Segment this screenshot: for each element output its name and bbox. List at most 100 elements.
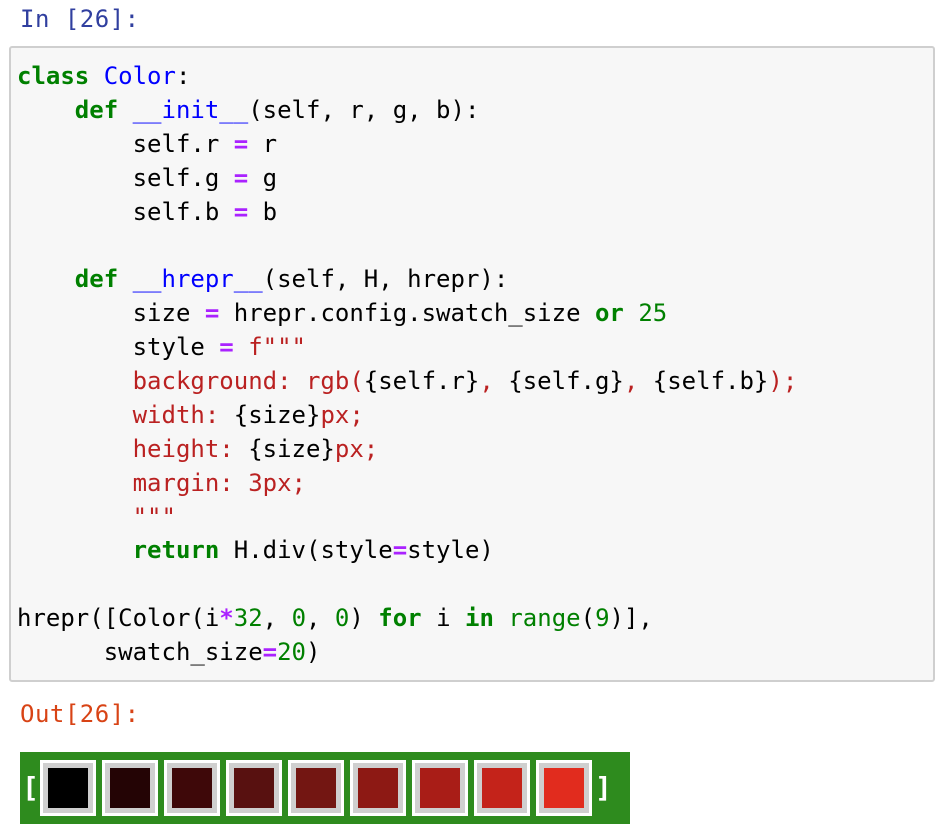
code-token: = [204,299,220,328]
swatch-cell [288,760,344,816]
swatch-frame [167,763,217,813]
swatch-cell [40,760,96,816]
color-swatch [296,768,336,808]
code-token: background: rgb( [17,367,364,396]
code-token: )], [609,604,653,633]
code-line: size = hrepr.config.swatch_size or 25 [17,297,797,331]
code-token: = [392,536,408,565]
color-swatch [48,768,88,808]
code-token: b [248,197,278,226]
code-token: * [219,604,234,633]
code-token: style) [407,536,494,565]
swatch-list [37,760,595,816]
code-line: def __init__(self, r, g, b): [17,94,797,128]
code-line: self.r = r [17,128,797,162]
code-token: self.r [17,129,234,158]
code-token: width: [17,400,234,429]
code-token: style [17,333,220,362]
swatch-cell [474,760,530,816]
code-token: margin: 3px; [17,468,306,497]
code-token: {size} [233,400,321,429]
code-token: def [74,95,119,124]
color-swatch [234,768,274,808]
code-line: self.g = g [17,162,797,196]
code-line: """ [17,501,797,535]
code-token: in [465,604,494,633]
color-swatch [420,768,460,808]
code-token: i [421,604,465,633]
code-token: size [17,299,205,328]
code-line: class Color: [17,60,797,94]
code-token: f""" [248,333,306,362]
code-token: range [508,604,581,633]
code-token: = [219,333,234,362]
code-token: hrepr.config.swatch_size [219,299,595,328]
code-token: {size} [248,434,335,463]
code-token: H.div(style [219,536,393,565]
hrepr-output: [ ] [20,752,630,824]
code-token: for [378,604,422,633]
swatch-frame [415,763,465,813]
code-token: 32 [233,604,263,633]
code-line: width: {size}px; [17,399,797,433]
swatch-cell [102,760,158,816]
code-token: {self.b} [652,367,769,396]
swatch-frame [291,763,341,813]
code-token: class [17,62,90,90]
swatch-frame [477,763,527,813]
code-token: self.g [17,163,234,192]
code-token: px; [334,434,379,463]
close-bracket: ] [595,771,612,804]
color-swatch [172,768,212,808]
code-token: ) [306,638,321,667]
swatch-frame [43,763,93,813]
code-token: : [175,62,191,90]
code-token: (self, H, hrepr): [262,265,509,294]
code-editor[interactable]: class Color: def __init__(self, r, g, b)… [17,60,797,670]
code-token: = [233,129,249,158]
color-swatch [110,768,150,808]
code-token: self.b [17,197,234,226]
color-swatch [544,768,584,808]
code-token: return [132,536,220,565]
code-line: height: {size}px; [17,433,797,467]
code-line: style = f""" [17,331,797,365]
code-token: 9 [595,604,610,633]
code-token: , [623,367,653,396]
code-token: g [248,163,278,192]
swatch-frame [539,763,589,813]
swatch-cell [412,760,468,816]
code-token: hrepr([Color(i [17,604,220,633]
code-token: (self, r, g, b): [248,95,480,124]
code-token: 20 [277,638,306,667]
code-token: {self.r} [363,367,480,396]
code-token: ); [768,367,798,396]
open-bracket: [ [22,771,39,804]
output-prompt: Out[26]: [20,700,140,728]
code-line: def __hrepr__(self, H, hrepr): [17,263,797,297]
code-token: {self.g} [508,367,624,396]
code-token: px; [320,400,364,429]
code-token: """ [17,502,176,531]
code-token: = [262,638,278,667]
code-token: __hrepr__ [132,265,263,294]
swatch-cell [350,760,406,816]
code-token: r [248,129,278,158]
swatch-frame [353,763,403,813]
code-line: background: rgb({self.r}, {self.g}, {sel… [17,365,798,399]
color-swatch [482,768,522,808]
input-prompt: In [26]: [20,5,140,33]
color-swatch [358,768,398,808]
code-token: , [306,604,335,633]
code-token: = [233,197,249,226]
code-token: or [594,299,624,328]
code-token: __init__ [132,95,249,124]
code-line: margin: 3px; [17,467,797,501]
